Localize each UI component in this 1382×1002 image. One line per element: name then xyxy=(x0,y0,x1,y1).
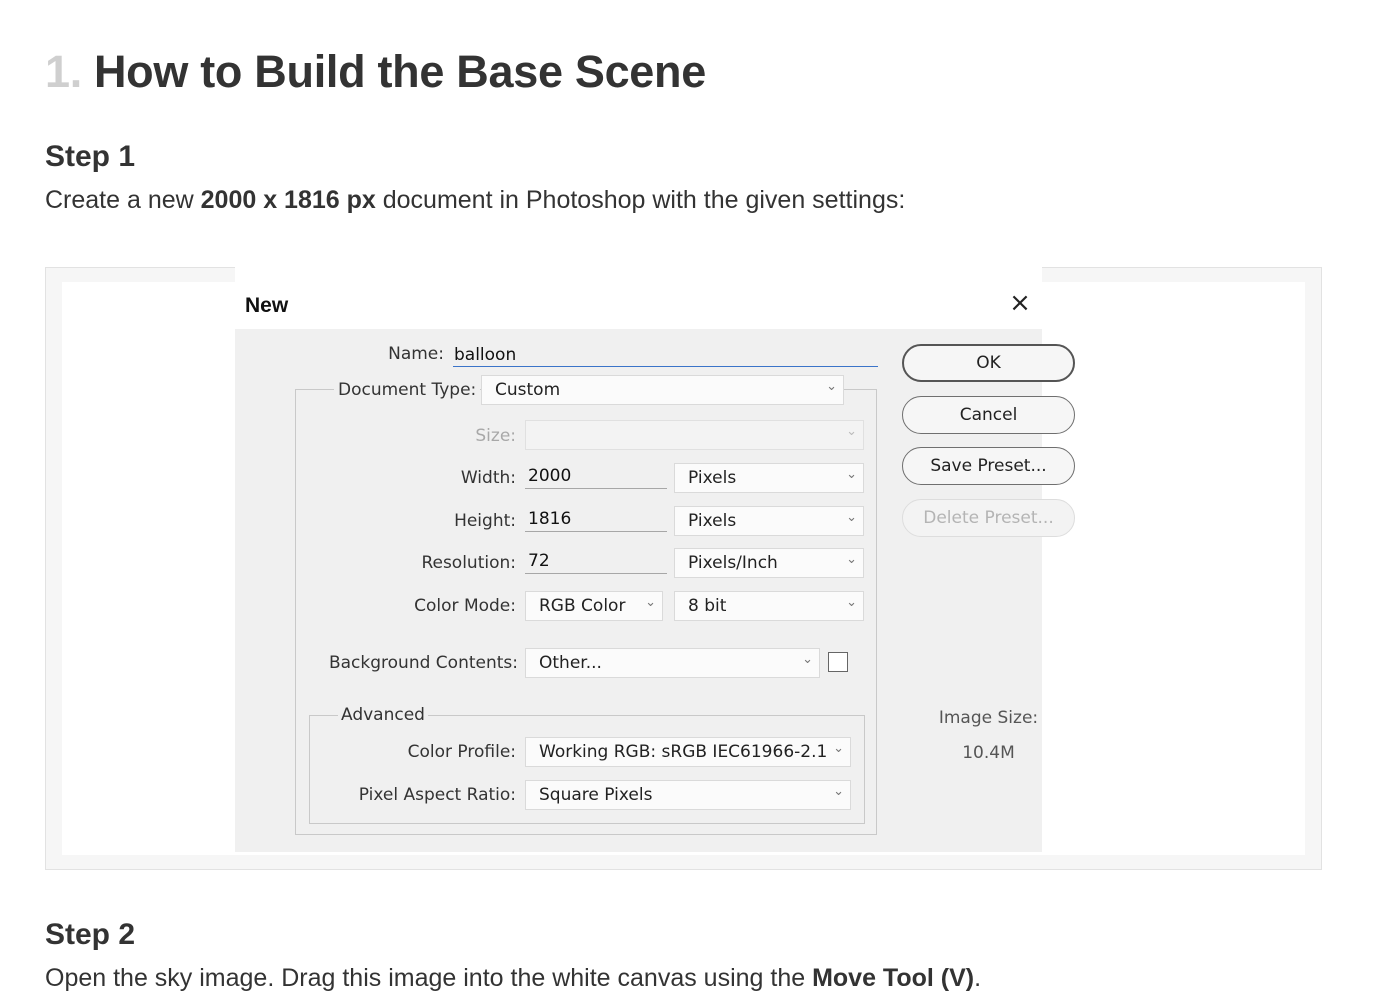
chevron-down-icon: ⌄ xyxy=(833,784,844,799)
background-contents-label: Background Contents: xyxy=(328,653,518,673)
title-number: 1. xyxy=(45,46,82,97)
width-unit-value: Pixels xyxy=(688,468,737,488)
height-unit-select[interactable]: Pixels ⌄ xyxy=(674,506,864,536)
step-1-text-before: Create a new xyxy=(45,186,201,214)
color-profile-label: Color Profile: xyxy=(407,742,516,762)
image-size-label: Image Size: xyxy=(938,708,1039,728)
chevron-down-icon: ⌄ xyxy=(645,595,656,610)
chevron-down-icon: ⌄ xyxy=(846,467,857,482)
resolution-unit-select[interactable]: Pixels/Inch ⌄ xyxy=(674,548,864,578)
name-input[interactable] xyxy=(453,343,878,367)
cancel-button[interactable]: Cancel xyxy=(902,396,1075,434)
color-mode-value: RGB Color xyxy=(539,596,626,616)
delete-preset-button: Delete Preset... xyxy=(902,499,1075,537)
pixel-aspect-value: Square Pixels xyxy=(539,785,653,805)
height-input[interactable] xyxy=(525,506,667,532)
size-select[interactable]: ⌄ xyxy=(525,420,864,450)
save-preset-button[interactable]: Save Preset... xyxy=(902,447,1075,485)
color-mode-select[interactable]: RGB Color ⌄ xyxy=(525,591,663,621)
dialog-titlebar: New × xyxy=(235,267,1042,329)
color-profile-select[interactable]: Working RGB: sRGB IEC61966-2.1 ⌄ xyxy=(525,737,851,767)
bit-depth-select[interactable]: 8 bit ⌄ xyxy=(674,591,864,621)
step-2-heading: Step 2 xyxy=(45,918,136,951)
width-label: Width: xyxy=(460,468,516,488)
chevron-down-icon: ⌄ xyxy=(833,741,844,756)
width-input[interactable] xyxy=(525,463,667,489)
document-type-value: Custom xyxy=(495,380,561,400)
step-1-text-after: document in Photoshop with the given set… xyxy=(375,186,906,214)
color-mode-label: Color Mode: xyxy=(414,596,516,616)
ok-button[interactable]: OK xyxy=(902,344,1075,382)
height-label: Height: xyxy=(454,511,516,531)
step-1-heading: Step 1 xyxy=(45,140,136,173)
resolution-label: Resolution: xyxy=(421,553,516,573)
chevron-down-icon: ⌄ xyxy=(826,379,837,394)
resolution-input[interactable] xyxy=(525,548,667,574)
name-label: Name: xyxy=(388,344,444,364)
close-icon[interactable]: × xyxy=(1008,290,1032,316)
chevron-down-icon: ⌄ xyxy=(846,510,857,525)
resolution-unit-value: Pixels/Inch xyxy=(688,553,778,573)
step-2-text-bold: Move Tool (V) xyxy=(812,964,975,992)
background-color-swatch[interactable] xyxy=(828,652,848,672)
document-type-select[interactable]: Custom ⌄ xyxy=(481,375,844,405)
background-contents-value: Other... xyxy=(539,653,602,673)
chevron-down-icon: ⌄ xyxy=(802,652,813,667)
chevron-down-icon: ⌄ xyxy=(846,595,857,610)
new-document-dialog: New × Name: Document Type: Custom ⌄ Size… xyxy=(235,267,1075,852)
size-label: Size: xyxy=(475,426,516,446)
document-type-label: Document Type: xyxy=(334,380,481,400)
step-1-text: Create a new 2000 x 1816 px document in … xyxy=(45,186,905,215)
dialog-title: New xyxy=(245,294,289,317)
pixel-aspect-label: Pixel Aspect Ratio: xyxy=(358,785,516,805)
advanced-label: Advanced xyxy=(338,705,428,725)
step-2-text-after: . xyxy=(974,964,982,992)
step-2-text-before: Open the sky image. Drag this image into… xyxy=(45,964,813,992)
bit-depth-value: 8 bit xyxy=(688,596,727,616)
color-profile-value: Working RGB: sRGB IEC61966-2.1 xyxy=(539,742,828,762)
page-title: 1. How to Build the Base Scene xyxy=(45,46,706,98)
pixel-aspect-select[interactable]: Square Pixels ⌄ xyxy=(525,780,851,810)
chevron-down-icon: ⌄ xyxy=(846,424,857,439)
width-unit-select[interactable]: Pixels ⌄ xyxy=(674,463,864,493)
height-unit-value: Pixels xyxy=(688,511,737,531)
step-2-text: Open the sky image. Drag this image into… xyxy=(45,964,981,993)
step-1-text-bold: 2000 x 1816 px xyxy=(200,186,376,214)
chevron-down-icon: ⌄ xyxy=(846,552,857,567)
background-contents-select[interactable]: Other... ⌄ xyxy=(525,648,820,678)
image-size-value: 10.4M xyxy=(962,743,1015,763)
title-text: How to Build the Base Scene xyxy=(93,46,706,97)
